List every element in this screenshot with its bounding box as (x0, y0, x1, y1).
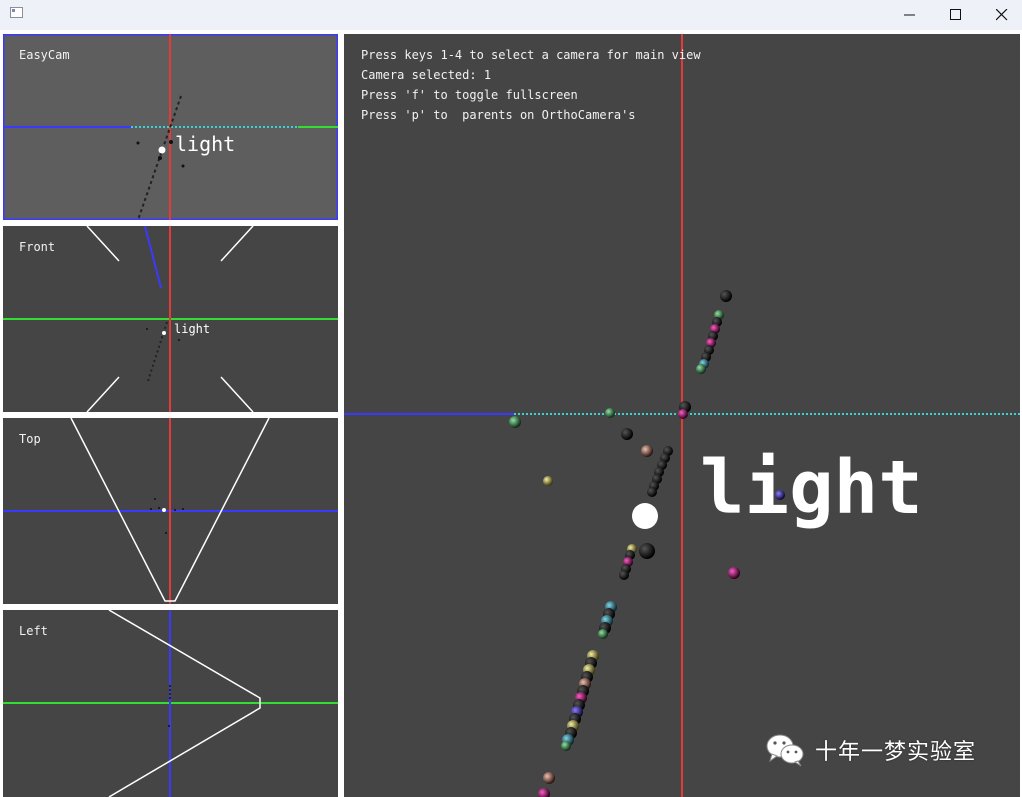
front-light-label: light (174, 322, 211, 336)
watermark-text: 十年一梦实验室 (815, 740, 977, 765)
main-scene (344, 34, 1020, 797)
close-icon (996, 9, 1008, 21)
left-scene (3, 610, 338, 797)
main-view[interactable]: Press keys 1-4 to select a camera for ma… (344, 34, 1020, 797)
top-view[interactable]: Top (3, 418, 338, 604)
app-canvas: EasyCam light Front light Top Left Press… (0, 30, 1022, 797)
instruction-line-1: Press keys 1-4 to select a camera for ma… (361, 48, 701, 62)
maximize-button[interactable] (933, 0, 979, 30)
left-label: Left (19, 624, 48, 638)
top-scene (3, 418, 338, 604)
easycam-light-label: light (175, 132, 236, 156)
minimize-icon (904, 14, 915, 16)
app-window-icon (10, 7, 23, 18)
close-button[interactable] (979, 0, 1022, 30)
left-view[interactable]: Left (3, 610, 338, 797)
front-label: Front (19, 240, 56, 254)
easycam-label: EasyCam (19, 48, 70, 62)
top-label: Top (19, 432, 41, 446)
easycam-view[interactable]: EasyCam light (3, 34, 338, 220)
instruction-line-parents: Press 'p' to parents on OrthoCamera's (361, 108, 636, 122)
minimize-button[interactable] (887, 0, 933, 30)
front-view[interactable]: Front light (3, 226, 338, 412)
instruction-line-fullscreen: Press 'f' to toggle fullscreen (361, 88, 578, 102)
title-bar (0, 0, 1022, 30)
wechat-icon (766, 734, 804, 767)
maximize-icon (950, 9, 961, 20)
camera-selected-line: Camera selected: 1 (361, 68, 492, 82)
watermark: 十年一梦实验室 (765, 733, 976, 767)
main-light-label: light (700, 445, 923, 531)
